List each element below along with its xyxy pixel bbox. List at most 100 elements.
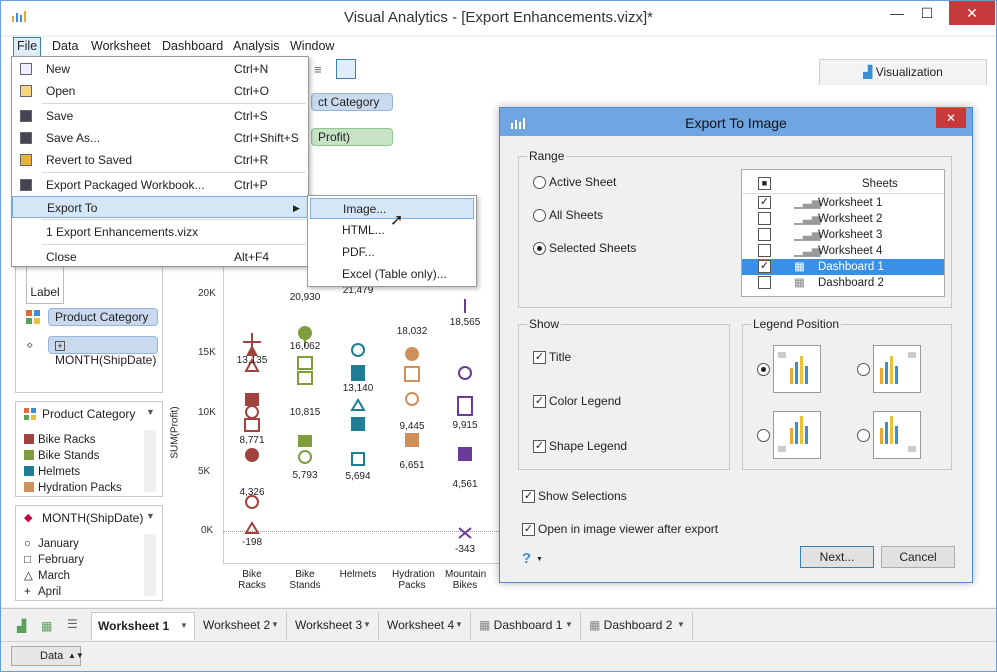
legend-item[interactable]: Bike Stands	[24, 448, 99, 464]
menu-item-recent[interactable]: 1 Export Enhancements.vizx	[12, 221, 308, 243]
dialog-close-button[interactable]: ✕	[936, 108, 966, 128]
legend-position-group: Legend Position	[742, 317, 952, 470]
active-sheet-radio[interactable]	[533, 176, 546, 189]
data-label: -198	[241, 537, 262, 548]
menu-analysis[interactable]: Analysis	[233, 39, 280, 53]
x-tick-label: Mountain Bikes	[445, 569, 487, 591]
legend-pos-top-left-thumbnail[interactable]	[773, 345, 821, 393]
menu-item-export-to[interactable]: Export To ▶	[12, 196, 308, 218]
data-label: 20,930	[289, 292, 321, 303]
tab-dashboard-2[interactable]: ▦ Dashboard 2 ▼	[583, 612, 693, 640]
legend-menu-icon[interactable]: ▼	[146, 407, 155, 417]
help-icon[interactable]: ?	[522, 550, 531, 567]
sheet-row[interactable]: ▦ Dashboard 2	[742, 275, 944, 291]
shape-pill-label: MONTH(ShipDate)	[55, 353, 157, 367]
minimize-button[interactable]: —	[881, 1, 913, 25]
show-me-icon[interactable]	[336, 59, 356, 79]
legend-pos-top-left-radio[interactable]	[757, 363, 770, 376]
tab-worksheet-1[interactable]: Worksheet 1 ▼	[91, 612, 195, 640]
new-dashboard-icon[interactable]: ▦	[41, 619, 52, 633]
legend-item[interactable]: Hydration Packs	[24, 480, 122, 496]
dialog-title-bar: Export To Image ✕	[500, 108, 972, 136]
menu-item-revert[interactable]: Revert to Saved Ctrl+R	[12, 149, 308, 171]
menu-window[interactable]: Window	[290, 39, 334, 53]
legend-pos-bottom-left-radio[interactable]	[757, 429, 770, 442]
tab-worksheet-4[interactable]: Worksheet 4 ▼	[381, 612, 471, 640]
submenu-item-pdf[interactable]: PDF...	[310, 242, 474, 263]
legend-scrollbar[interactable]	[144, 534, 156, 596]
sheet-checkbox[interactable]	[758, 244, 771, 257]
revert-icon	[20, 154, 32, 166]
tab-dashboard-1[interactable]: ▦ Dashboard 1 ▼	[473, 612, 581, 640]
title-checkbox[interactable]: ✓	[533, 351, 546, 364]
sheet-sorter-icon[interactable]: ☰	[67, 617, 78, 631]
menu-item-save-as[interactable]: Save As... Ctrl+Shift+S	[12, 127, 308, 149]
legend-menu-icon[interactable]: ▼	[146, 511, 155, 521]
sheet-tab-bar: ▟ ▦ ☰ Worksheet 1 ▼ Worksheet 2 ▼ Workshee…	[1, 608, 996, 640]
sort-icon[interactable]: ≡	[314, 62, 328, 77]
submenu-item-excel[interactable]: Excel (Table only)...	[310, 264, 474, 285]
next-button[interactable]: Next...	[800, 546, 874, 568]
color-pill[interactable]: Product Category	[48, 308, 158, 326]
color-legend-checkbox[interactable]: ✓	[533, 395, 546, 408]
open-viewer-checkbox[interactable]: ✓	[522, 523, 535, 536]
new-worksheet-icon[interactable]: ▟	[17, 619, 26, 633]
active-sheet-label: Active Sheet	[549, 175, 617, 189]
sheet-checkbox[interactable]	[758, 276, 771, 289]
visualization-tab[interactable]: ▟ Visualization	[819, 59, 987, 85]
menu-item-save[interactable]: Save Ctrl+S	[12, 105, 308, 127]
tab-worksheet-2[interactable]: Worksheet 2 ▼	[197, 612, 287, 640]
legend-pos-top-right-thumbnail[interactable]	[873, 345, 921, 393]
expand-icon[interactable]: +	[55, 341, 65, 351]
sheet-row[interactable]: ▁▃▅ Worksheet 4	[742, 243, 944, 259]
label-mark-button[interactable]: Label	[26, 264, 64, 304]
x-tick-label: Helmets	[339, 569, 377, 580]
legend-item[interactable]: ○ January	[24, 536, 79, 552]
close-button[interactable]: ✕	[949, 1, 995, 25]
legend-pos-bottom-left-thumbnail[interactable]	[773, 411, 821, 459]
title-bar: Visual Analytics - [Export Enhancements.…	[1, 1, 996, 35]
legend-item[interactable]: Helmets	[24, 464, 80, 480]
menu-bar: File Data Worksheet Dashboard Analysis W…	[1, 37, 996, 57]
select-all-checkbox[interactable]: ■	[758, 177, 771, 190]
maximize-button[interactable]: ☐	[911, 1, 943, 25]
columns-pill[interactable]: ct Category	[311, 93, 393, 111]
sheet-row[interactable]: ✓ ▁▃▅ Worksheet 1	[742, 195, 944, 211]
menu-file[interactable]: File	[13, 37, 42, 57]
selected-sheets-radio[interactable]	[533, 242, 546, 255]
data-label: 13,135	[236, 355, 268, 366]
legend-item[interactable]: + April	[24, 584, 61, 600]
legend-item[interactable]: Bike Racks	[24, 432, 96, 448]
show-selections-checkbox[interactable]: ✓	[522, 490, 535, 503]
chart-area: SUM(Profit) 20K 15K 10K 5K 0K 13,135 8,7…	[170, 247, 499, 599]
shape-pill[interactable]: + MONTH(ShipDate)	[48, 336, 158, 367]
menu-data[interactable]: Data	[52, 39, 78, 53]
menu-item-close[interactable]: Close Alt+F4	[12, 246, 308, 268]
data-dropdown-button[interactable]: Data ▲▼	[11, 646, 84, 666]
menu-item-export-packaged[interactable]: Export Packaged Workbook... Ctrl+P	[12, 174, 308, 196]
legend-item[interactable]: △ March	[24, 568, 70, 584]
legend-pos-bottom-right-radio[interactable]	[857, 429, 870, 442]
sheet-row[interactable]: ▁▃▅ Worksheet 2	[742, 211, 944, 227]
menu-item-new[interactable]: New Ctrl+N	[12, 58, 308, 80]
cancel-button[interactable]: Cancel	[881, 546, 955, 568]
legend-scrollbar[interactable]	[144, 430, 156, 492]
shape-legend-checkbox[interactable]: ✓	[533, 440, 546, 453]
sheet-checkbox[interactable]	[758, 228, 771, 241]
help-dropdown-icon[interactable]: ▼	[536, 556, 543, 563]
legend-pos-top-right-radio[interactable]	[857, 363, 870, 376]
menu-item-open[interactable]: Open Ctrl+O	[12, 80, 308, 102]
sheet-checkbox[interactable]	[758, 212, 771, 225]
sheet-checkbox[interactable]: ✓	[758, 196, 771, 209]
legend-pos-bottom-right-thumbnail[interactable]	[873, 411, 921, 459]
sheet-checkbox[interactable]: ✓	[758, 260, 771, 273]
menu-worksheet[interactable]: Worksheet	[91, 39, 151, 53]
menu-dashboard[interactable]: Dashboard	[162, 39, 223, 53]
sheet-row[interactable]: ▁▃▅ Worksheet 3	[742, 227, 944, 243]
color-legend-label: Color Legend	[549, 394, 622, 408]
tab-worksheet-3[interactable]: Worksheet 3 ▼	[289, 612, 379, 640]
legend-item[interactable]: □ February	[24, 552, 84, 568]
rows-pill[interactable]: Profit)	[311, 128, 393, 146]
all-sheets-radio[interactable]	[533, 209, 546, 222]
sheet-row-selected[interactable]: ✓ ▦ Dashboard 1	[742, 259, 944, 275]
